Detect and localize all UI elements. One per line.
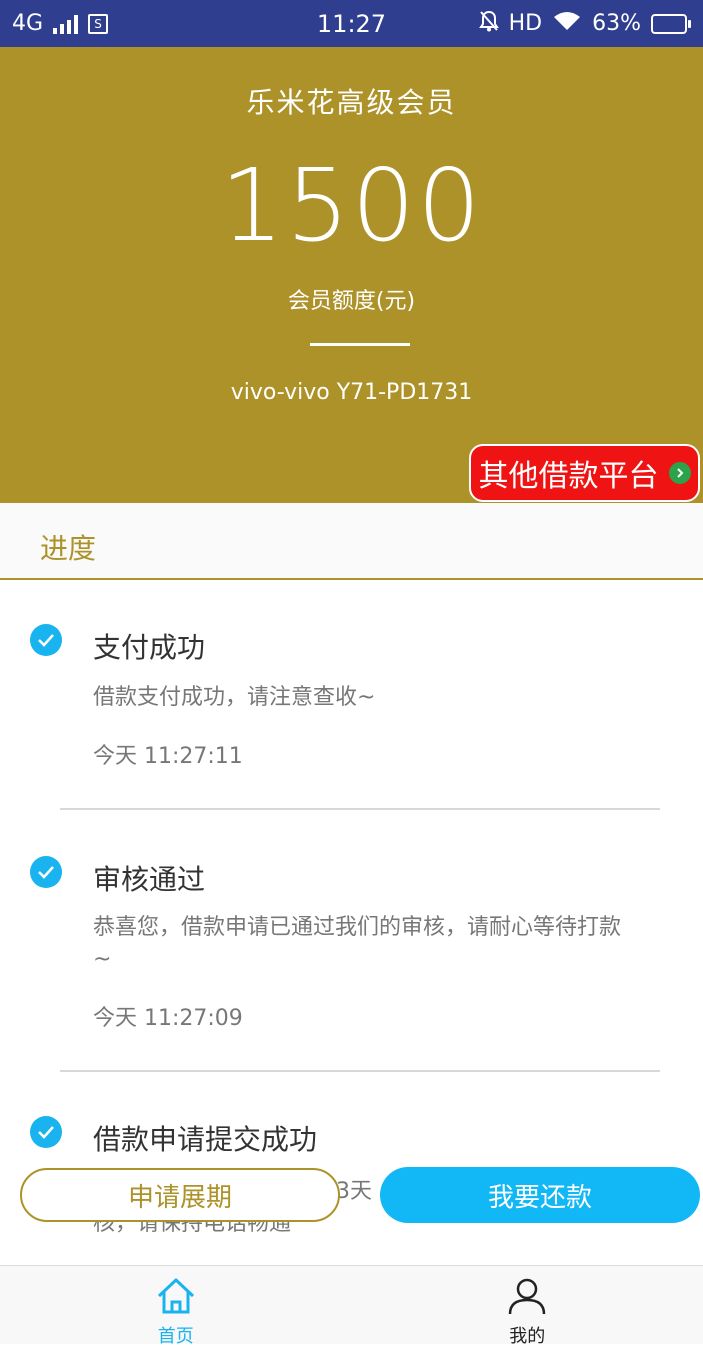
step-time: 今天 11:27:11 bbox=[93, 738, 243, 770]
battery-percent: 63% bbox=[592, 11, 641, 36]
repay-label: 我要还款 bbox=[488, 1177, 592, 1214]
nav-mine-label: 我的 bbox=[509, 1322, 545, 1348]
signal-icon bbox=[53, 14, 78, 34]
hero-divider bbox=[310, 343, 410, 346]
apply-extension-label: 申请展期 bbox=[128, 1177, 232, 1214]
credit-amount: 1500 bbox=[0, 147, 703, 264]
bottom-navigation: 首页 我的 bbox=[0, 1265, 703, 1344]
step-description-partial: 3天 bbox=[336, 1174, 372, 1210]
check-circle-icon bbox=[30, 1116, 62, 1148]
progress-timeline: 支付成功 借款支付成功，请注意查收~ 今天 11:27:11 审核通过 恭喜您，… bbox=[0, 580, 703, 1265]
battery-icon bbox=[651, 14, 691, 34]
other-loan-platforms-button[interactable]: 其他借款平台 bbox=[469, 444, 700, 502]
hd-indicator: HD bbox=[509, 11, 542, 36]
sim-card-icon: S bbox=[88, 14, 108, 34]
step-time: 今天 11:27:09 bbox=[93, 1000, 243, 1032]
nav-home[interactable]: 首页 bbox=[0, 1266, 352, 1344]
step-description: 恭喜您，借款申请已通过我们的审核，请耐心等待打款 bbox=[93, 910, 621, 946]
membership-title: 乐米花高级会员 bbox=[0, 81, 703, 121]
wifi-icon bbox=[552, 10, 582, 38]
home-icon bbox=[155, 1276, 197, 1320]
mute-bell-icon bbox=[479, 10, 499, 38]
check-circle-icon bbox=[30, 856, 62, 888]
progress-title: 进度 bbox=[40, 527, 96, 567]
status-bar: 4G S 11:27 HD 63% bbox=[0, 0, 703, 47]
step-title: 借款申请提交成功 bbox=[93, 1118, 317, 1158]
step-description: 借款支付成功，请注意查收~ bbox=[93, 680, 375, 716]
chevron-right-icon bbox=[669, 462, 691, 484]
nav-home-label: 首页 bbox=[158, 1322, 194, 1348]
device-name: vivo-vivo Y71-PD1731 bbox=[0, 380, 703, 405]
step-title: 支付成功 bbox=[93, 626, 205, 666]
apply-extension-button[interactable]: 申请展期 bbox=[20, 1168, 340, 1222]
membership-card: 乐米花高级会员 1500 会员额度(元) vivo-vivo Y71-PD173… bbox=[0, 47, 703, 503]
other-loan-platforms-label: 其他借款平台 bbox=[479, 451, 659, 495]
repay-button[interactable]: 我要还款 bbox=[380, 1167, 700, 1223]
progress-header: 进度 bbox=[0, 503, 703, 580]
network-type: 4G bbox=[12, 11, 43, 36]
step-title: 审核通过 bbox=[93, 858, 205, 898]
user-icon bbox=[506, 1276, 548, 1320]
step-description-continued: ~ bbox=[93, 942, 111, 978]
nav-mine[interactable]: 我的 bbox=[352, 1266, 703, 1344]
credit-amount-label: 会员额度(元) bbox=[0, 283, 703, 315]
status-left: 4G S bbox=[12, 11, 108, 36]
timeline-divider bbox=[60, 1070, 660, 1072]
check-circle-icon bbox=[30, 624, 62, 656]
status-right: HD 63% bbox=[479, 10, 691, 38]
timeline-divider bbox=[60, 808, 660, 810]
